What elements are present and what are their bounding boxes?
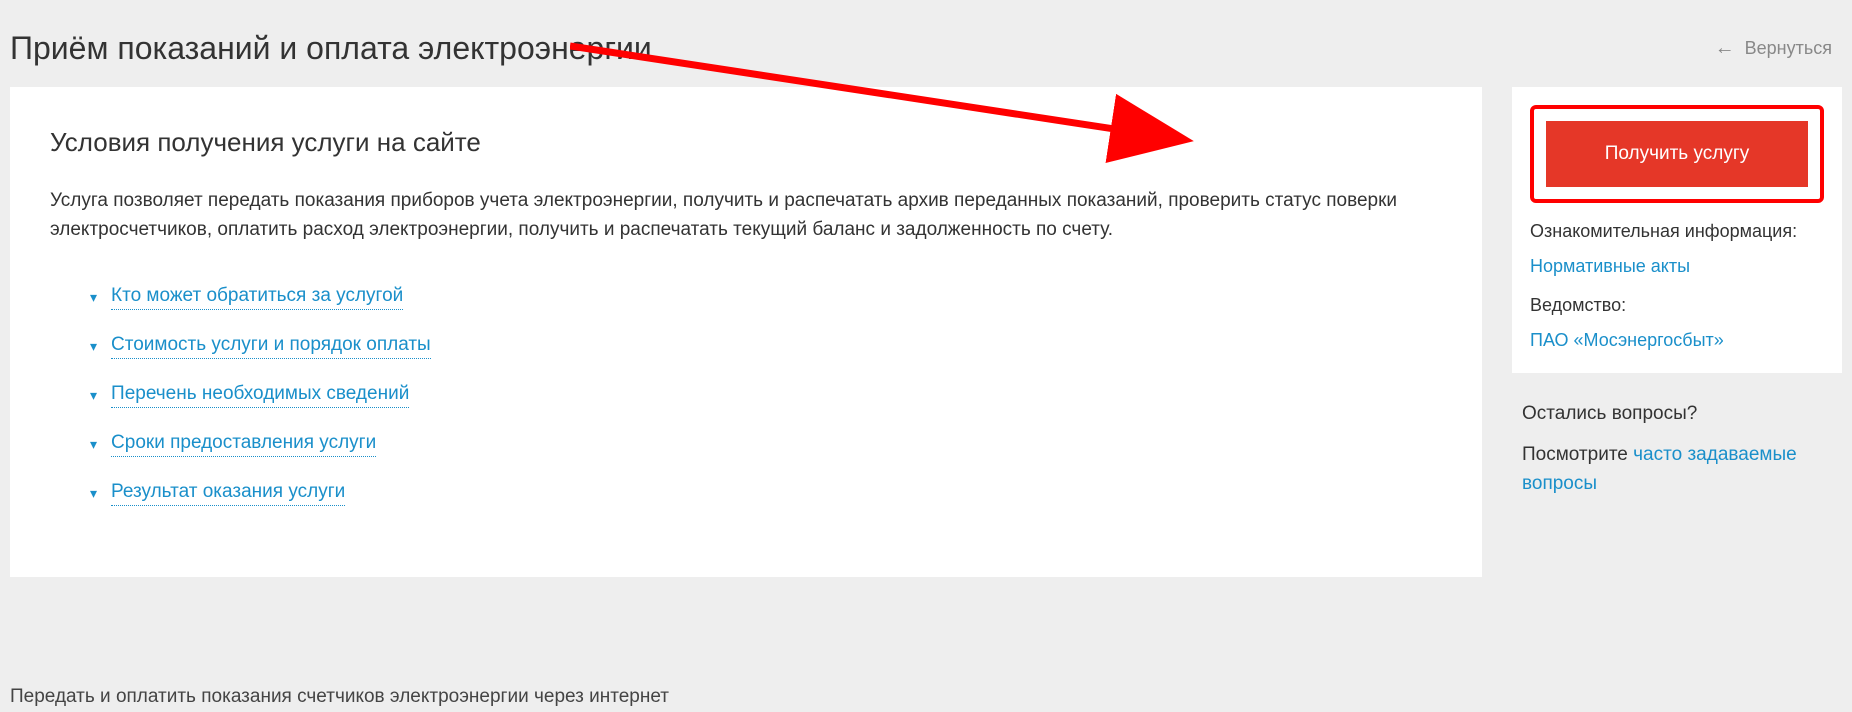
accordion-item-requirements[interactable]: ▾ Перечень необходимых сведений <box>90 383 1442 408</box>
questions-prefix: Посмотрите <box>1522 444 1633 465</box>
arrow-left-icon: ← <box>1715 37 1735 60</box>
accordion-label: Результат оказания услуги <box>111 481 345 506</box>
chevron-down-icon: ▾ <box>90 387 97 404</box>
sidebar-card: Получить услугу Ознакомительная информац… <box>1512 87 1842 373</box>
questions-block: Остались вопросы? Посмотрите часто задав… <box>1512 403 1842 498</box>
chevron-down-icon: ▾ <box>90 485 97 502</box>
chevron-down-icon: ▾ <box>90 289 97 306</box>
accordion-label: Кто может обратиться за услугой <box>111 285 403 310</box>
footer-caption: Передать и оплатить показания счетчиков … <box>10 686 669 708</box>
cta-highlight-box: Получить услугу <box>1530 105 1824 203</box>
accordion-list: ▾ Кто может обратиться за услугой ▾ Стои… <box>50 285 1442 506</box>
chevron-down-icon: ▾ <box>90 436 97 453</box>
back-link[interactable]: ← Вернуться <box>1715 37 1832 60</box>
agency-link[interactable]: ПАО «Мосэнергосбыт» <box>1530 330 1824 351</box>
normative-acts-link[interactable]: Нормативные акты <box>1530 256 1824 277</box>
questions-text: Посмотрите часто задаваемые вопросы <box>1522 441 1832 498</box>
chevron-down-icon: ▾ <box>90 338 97 355</box>
accordion-label: Сроки предоставления услуги <box>111 432 376 457</box>
accordion-item-timing[interactable]: ▾ Сроки предоставления услуги <box>90 432 1442 457</box>
accordion-label: Стоимость услуги и порядок оплаты <box>111 334 431 359</box>
get-service-button[interactable]: Получить услугу <box>1546 121 1808 187</box>
agency-label: Ведомство: <box>1530 295 1824 316</box>
service-description: Услуга позволяет передать показания приб… <box>50 186 1442 245</box>
accordion-label: Перечень необходимых сведений <box>111 383 409 408</box>
accordion-item-cost[interactable]: ▾ Стоимость услуги и порядок оплаты <box>90 334 1442 359</box>
back-label: Вернуться <box>1745 38 1832 59</box>
sidebar: Получить услугу Ознакомительная информац… <box>1512 87 1842 577</box>
accordion-item-result[interactable]: ▾ Результат оказания услуги <box>90 481 1442 506</box>
accordion-item-who[interactable]: ▾ Кто может обратиться за услугой <box>90 285 1442 310</box>
info-label: Ознакомительная информация: <box>1530 221 1824 242</box>
main-content-card: Условия получения услуги на сайте Услуга… <box>10 87 1482 577</box>
service-conditions-title: Условия получения услуги на сайте <box>50 127 1442 158</box>
page-title: Приём показаний и оплата электроэнергии <box>10 30 652 67</box>
questions-title: Остались вопросы? <box>1522 403 1832 425</box>
